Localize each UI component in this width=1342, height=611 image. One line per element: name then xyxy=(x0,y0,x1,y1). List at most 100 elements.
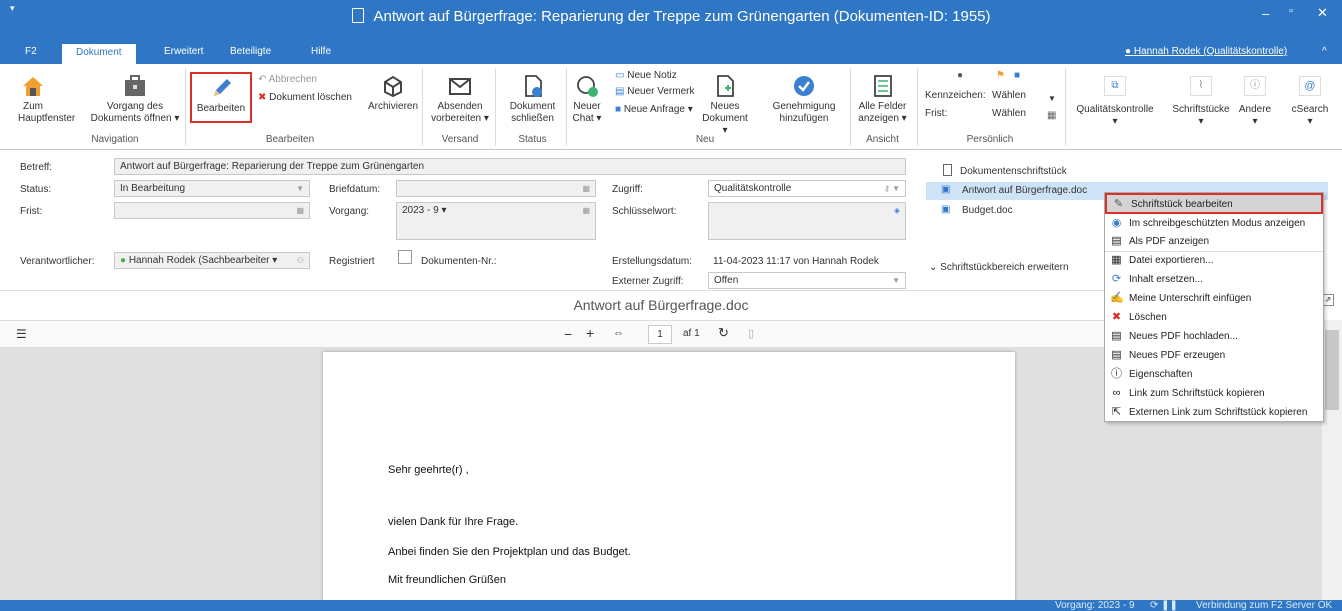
abbrechen-button[interactable]: ↶ Abbrechen xyxy=(258,74,317,86)
chevron-down-icon: ▼ xyxy=(296,184,304,193)
word-icon: ▣ xyxy=(941,204,951,215)
absenden-button[interactable]: Absenden vorbereiten ▾ xyxy=(430,74,490,125)
schluesselwort-input[interactable]: ◈ xyxy=(708,202,906,240)
zugriff-select[interactable]: Qualitätskontrolle ⚷ ▼ xyxy=(708,180,906,197)
eye-icon: ◉ xyxy=(1111,217,1122,229)
status-select[interactable]: In Bearbeitung ▼ xyxy=(114,180,310,197)
separator xyxy=(566,68,567,146)
tab-hilfe[interactable]: Hilfe xyxy=(311,46,331,57)
close-button[interactable]: ✕ xyxy=(1317,5,1328,21)
document-page: Sehr geehrte(r) , vielen Dank für Ihre F… xyxy=(323,352,1015,602)
menu-item-als-pdf[interactable]: ▤ Als PDF anzeigen xyxy=(1105,232,1323,251)
scrollbar-thumb[interactable] xyxy=(1325,330,1339,410)
collapse-ribbon-icon[interactable]: ^ xyxy=(1322,46,1327,57)
externer-zugriff-select[interactable]: Offen ▼ xyxy=(708,272,906,289)
delete-icon: ✖ xyxy=(1111,311,1122,323)
people-icon[interactable]: ⚇ xyxy=(297,256,304,265)
ribbon: Zum Hauptfenster Vorgang des Dokuments öff… xyxy=(0,64,1342,150)
briefdatum-input[interactable]: ▦ xyxy=(396,180,596,197)
letter-line: Anbei finden Sie den Projektplan und das… xyxy=(388,546,631,558)
neuer-vermerk-button[interactable]: ▤ Neuer Vermerk xyxy=(615,86,694,98)
neues-dokument-button[interactable]: Neues Dokument ▾ xyxy=(700,74,750,137)
undo-icon: ↶ xyxy=(258,74,267,85)
betreff-input[interactable]: Antwort auf Bürgerfrage: Reparierung der… xyxy=(114,158,906,175)
page-layout-icon[interactable]: ▯ xyxy=(748,327,754,340)
tab-beteiligte[interactable]: Beteiligte xyxy=(230,46,271,57)
registriert-checkbox[interactable] xyxy=(398,250,412,264)
briefdatum-label: Briefdatum: xyxy=(329,184,381,195)
genehmigung-button[interactable]: Genehmigung hinzufügen xyxy=(768,74,840,125)
menu-item-eigenschaften[interactable]: ⓘ Eigenschaften xyxy=(1105,365,1323,384)
zoom-out-button[interactable]: − xyxy=(564,326,572,342)
page-number-input[interactable]: 1 xyxy=(648,325,672,344)
fit-width-icon[interactable]: ⇔ xyxy=(613,327,624,339)
verantwortlicher-select[interactable]: ● Hannah Rodek (Sachbearbeiter ▾ ⚇ xyxy=(114,252,310,269)
frist-waehlen-button[interactable]: Wählen xyxy=(992,108,1026,120)
vorgang-input[interactable]: 2023 - 9 ▾ ▦ xyxy=(396,202,596,240)
dokumenten-nr-label: Dokumenten-Nr.: xyxy=(421,256,497,267)
vertical-scrollbar[interactable] xyxy=(1322,320,1342,600)
kennzeichen-waehlen-button[interactable]: Wählen xyxy=(992,90,1026,102)
context-menu: ✎ Schriftstück bearbeiten ◉ Im schreibgesc… xyxy=(1104,192,1324,422)
rotate-icon[interactable]: ↻ xyxy=(718,325,729,341)
info-icon: ⓘ xyxy=(1111,368,1122,380)
qualitaetskontrolle-button[interactable]: ⧉ Qualitätskontrolle ▾ xyxy=(1067,76,1163,128)
frist-input[interactable]: ▦ xyxy=(114,202,310,219)
note-icon: ▭ xyxy=(615,70,625,81)
tab-dokument[interactable]: Dokument xyxy=(62,44,136,64)
dokument-loeschen-button[interactable]: ✖ Dokument löschen xyxy=(258,92,352,104)
zoom-in-button[interactable]: + xyxy=(586,325,594,341)
menu-item-unterschrift[interactable]: ✍ Meine Unterschrift einfügen xyxy=(1105,289,1323,308)
alle-felder-button[interactable]: Alle Felder anzeigen ▾ xyxy=(855,74,910,125)
schriftstuecke-button[interactable]: ⌇ Schriftstücke ▾ xyxy=(1170,76,1232,128)
menu-item-schreibgeschuetzt[interactable]: ◉ Im schreibgeschützten Modus anzeigen xyxy=(1105,214,1323,233)
calendar-icon[interactable]: ▦ xyxy=(296,206,304,215)
menu-item-inhalt-ersetzen[interactable]: ⟳ Inhalt ersetzen... xyxy=(1105,270,1323,289)
file-item[interactable]: ▣ Budget.doc xyxy=(926,202,1096,220)
neue-notiz-button[interactable]: ▭ Neue Notiz xyxy=(615,70,677,82)
tab-f2[interactable]: F2 xyxy=(25,46,37,57)
menu-item-exportieren[interactable]: ▦ Datei exportieren... xyxy=(1105,251,1323,270)
csearch-button[interactable]: @ cSearch ▾ xyxy=(1280,76,1340,128)
zum-hauptfenster-button[interactable]: Zum Hauptfenster xyxy=(18,74,75,125)
calendar-icon[interactable]: ▦ xyxy=(1047,110,1056,121)
menu-item-pdf-erzeugen[interactable]: ▤ Neues PDF erzeugen xyxy=(1105,346,1323,365)
outline-icon[interactable]: ☰ xyxy=(16,327,27,341)
minimize-button[interactable]: – xyxy=(1262,6,1269,21)
info-icon: ⓘ xyxy=(1244,76,1266,96)
neuer-chat-button[interactable]: Neuer Chat ▾ xyxy=(572,74,602,125)
maximize-button[interactable]: ▫ xyxy=(1289,5,1293,17)
case-icon[interactable]: ▦ xyxy=(582,206,590,215)
separator xyxy=(495,68,496,146)
paperclip-icon: ⌇ xyxy=(1190,76,1212,96)
bearbeiten-button[interactable]: Bearbeiten xyxy=(190,72,252,123)
menu-item-link-kopieren[interactable]: ∞ Link zum Schriftstück kopieren xyxy=(1105,384,1323,403)
vorgang-oeffnen-button[interactable]: Vorgang des Dokuments öffnen ▾ xyxy=(90,74,180,125)
letter-line: Sehr geehrte(r) , xyxy=(388,464,469,476)
expand-file-area-link[interactable]: ⌄ Schriftstückbereich erweitern xyxy=(929,262,1069,273)
ribbon-tabs: F2 Dokument Erweitert Beteiligte Hilfe ●… xyxy=(0,42,1342,64)
menu-item-externen-link[interactable]: ⇱ Externen Link zum Schriftstück kopieren xyxy=(1105,403,1323,422)
link-icon: ∞ xyxy=(1112,387,1121,399)
neue-anfrage-button[interactable]: ■ Neue Anfrage ▾ xyxy=(615,104,693,116)
registriert-label: Registriert xyxy=(329,256,375,267)
memo-icon: ▤ xyxy=(615,86,625,97)
user-link[interactable]: ● Hannah Rodek (Qualitätskontrolle) xyxy=(1125,46,1287,57)
frist-label: Frist: xyxy=(925,108,948,119)
group-ansicht: Ansicht xyxy=(866,134,899,145)
letter-line: vielen Dank für Ihre Frage. xyxy=(388,516,519,528)
menu-item-schriftstueck-bearbeiten[interactable]: ✎ Schriftstück bearbeiten xyxy=(1105,193,1323,214)
calendar-icon[interactable]: ▦ xyxy=(582,184,590,193)
archive-icon xyxy=(384,75,402,98)
menu-item-loeschen[interactable]: ✖ Löschen xyxy=(1105,308,1323,327)
tab-erweitert[interactable]: Erweitert xyxy=(164,46,203,57)
chat-icon xyxy=(577,76,598,97)
dropdown-icon[interactable]: ▼ xyxy=(1048,94,1056,103)
vorgang-status: Vorgang: 2023 - 9 xyxy=(1055,600,1135,611)
kennzeichen-label: Kennzeichen: xyxy=(925,90,986,101)
andere-button[interactable]: ⓘ Andere ▾ xyxy=(1238,76,1272,128)
dokument-schliessen-button[interactable]: Dokument schließen xyxy=(505,74,560,125)
menu-item-pdf-hochladen[interactable]: ▤ Neues PDF hochladen... xyxy=(1105,327,1323,346)
archivieren-button[interactable]: Archivieren xyxy=(368,74,418,113)
betreff-label: Betreff: xyxy=(20,162,53,173)
